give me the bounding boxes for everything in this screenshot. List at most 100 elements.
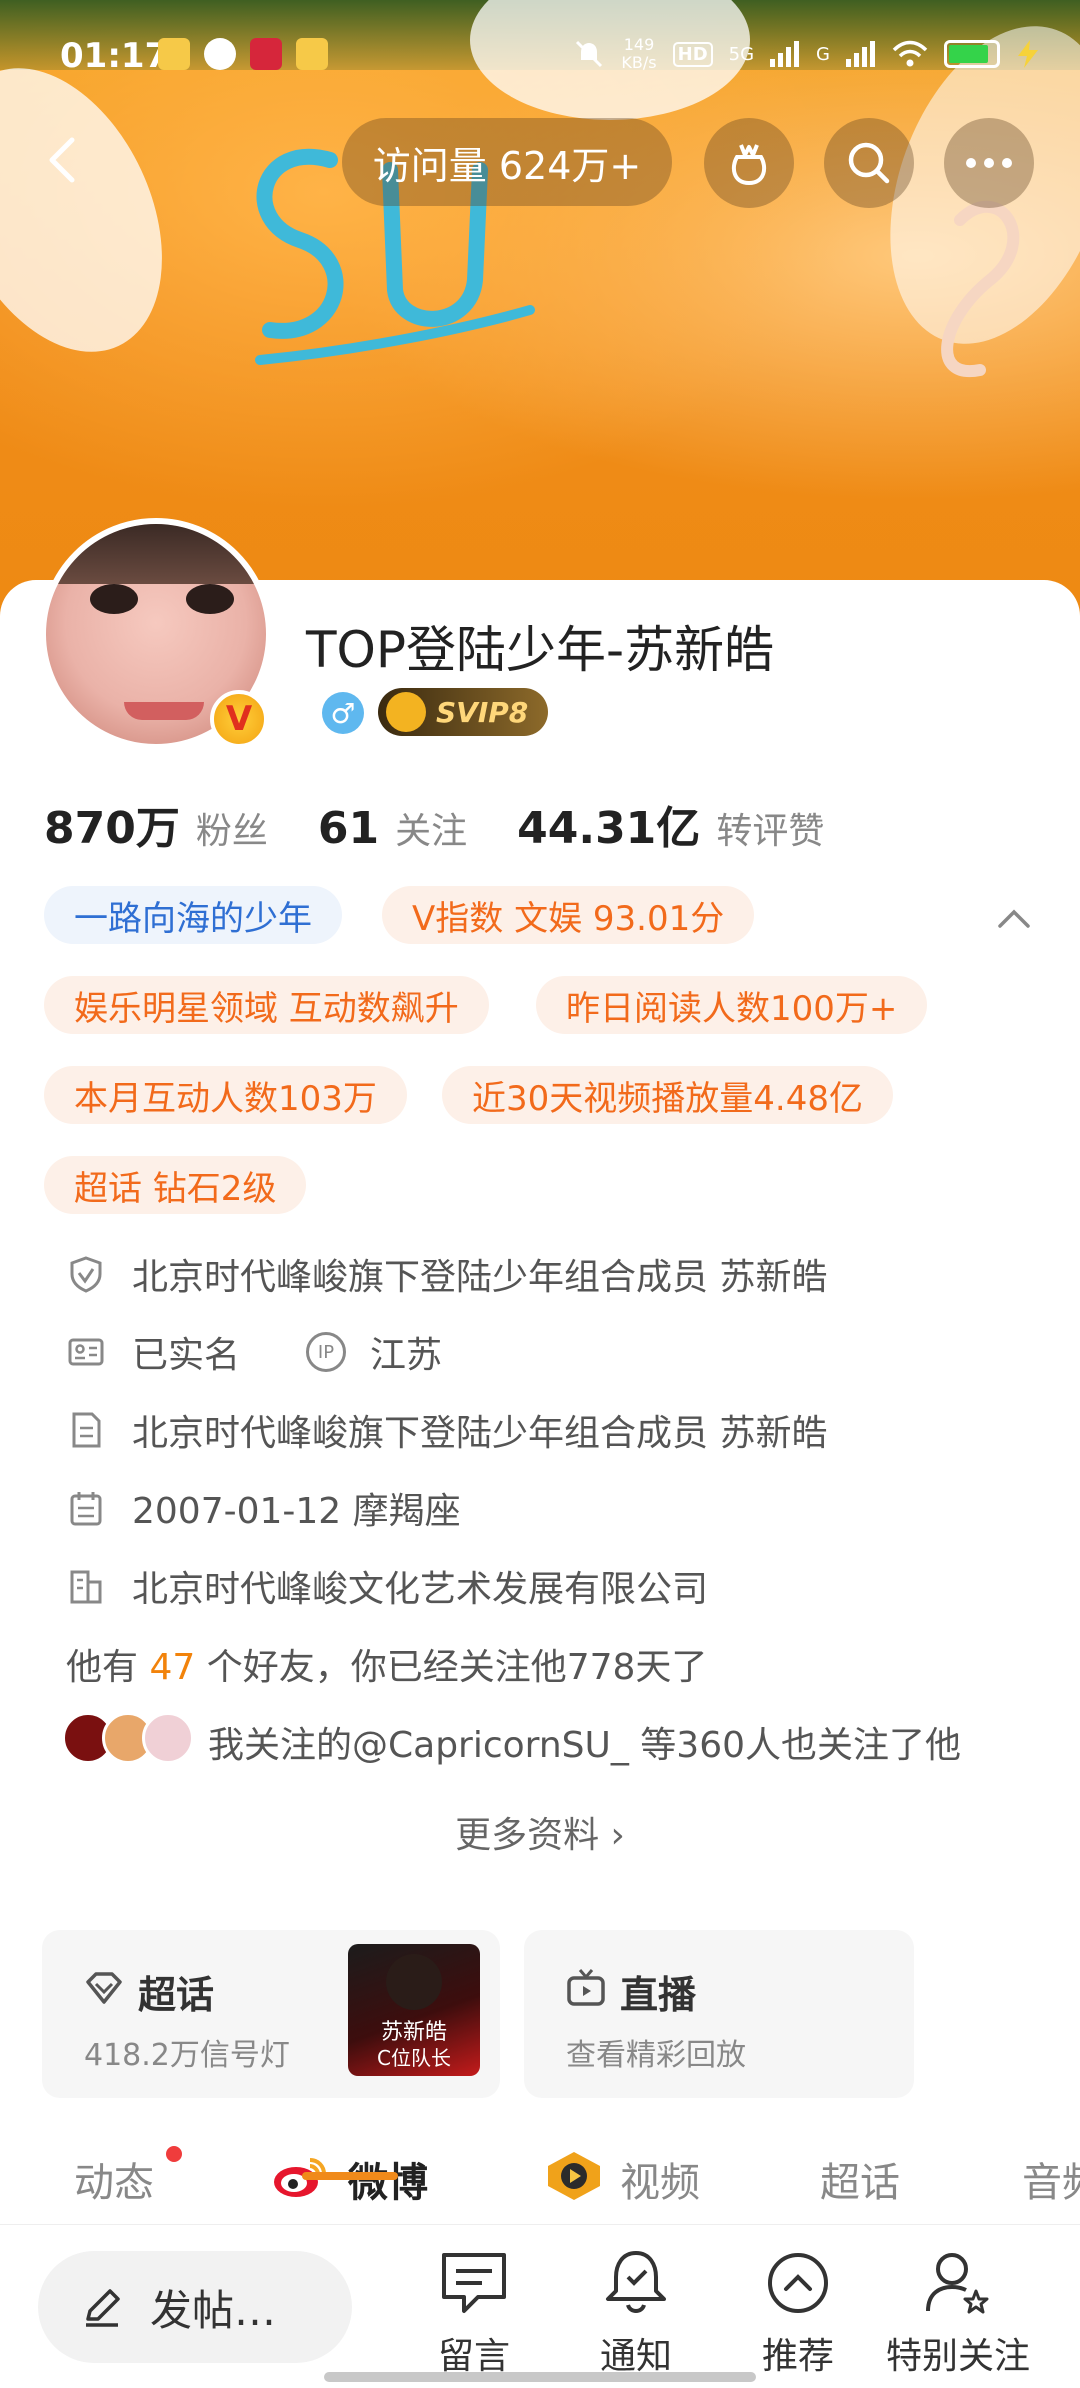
live-title: 直播	[620, 1973, 697, 2017]
more-info-link[interactable]: 更多资料 ›	[0, 1806, 1080, 1858]
live-card[interactable]: 直播 查看精彩回放	[524, 1930, 914, 2098]
message-icon	[442, 2253, 506, 2313]
crown-icon	[386, 692, 426, 732]
diamond-icon	[86, 1972, 122, 2004]
friends-suffix: 个好友，你已经关注他778天了	[195, 1647, 708, 1688]
company-text: 北京时代峰峻文化艺术发展有限公司	[132, 1569, 709, 1610]
post-label: 发帖…	[150, 2285, 277, 2335]
avatar-eye-right	[186, 584, 234, 614]
net-speed-unit: KB/s	[621, 53, 657, 72]
bio-text: 北京时代峰峻旗下登陆少年组合成员 苏新皓	[132, 1413, 828, 1454]
net-speed-value: 149	[623, 35, 655, 54]
svip-badge[interactable]: SVIP8	[378, 688, 549, 736]
gift-button[interactable]	[704, 118, 794, 208]
friends-row[interactable]: 他有 47 个好友，你已经关注他778天了	[66, 1638, 707, 1690]
weibo-notify-icon-2	[296, 38, 328, 70]
fans-count[interactable]: 870万	[44, 792, 180, 856]
avatar-hair	[46, 524, 266, 584]
tag-interaction-rise[interactable]: 娱乐明星领域 互动数飙升	[44, 976, 489, 1034]
stats-row: 870万 粉丝 61 关注 44.31亿 转评赞	[44, 792, 874, 856]
ip-location-text: 江苏	[370, 1335, 443, 1376]
signal-g: G	[816, 43, 830, 65]
reposts-count[interactable]: 44.31亿	[517, 792, 700, 856]
realname-text: 已实名	[132, 1335, 241, 1376]
reposts-label[interactable]: 转评赞	[716, 802, 824, 854]
search-icon	[848, 142, 890, 184]
special-follow-label: 特别关注	[885, 2336, 1030, 2377]
bell-check-icon	[606, 2251, 666, 2313]
message-button[interactable]: 留言	[404, 2247, 544, 2379]
visit-count-text: 访问量 624万+	[372, 143, 642, 188]
post-button[interactable]: 发帖…	[38, 2251, 352, 2363]
weibo-notify-icon	[158, 38, 190, 70]
notification-icons	[158, 38, 328, 70]
app-notify-icon	[250, 38, 282, 70]
tab-audio[interactable]: 音频	[1022, 2150, 1080, 2208]
tv-icon	[567, 1969, 605, 2006]
profile-name: TOP登陆少年-苏新皓	[306, 621, 775, 679]
supertopic-thumbnail: 苏新皓 C位队长	[348, 1944, 480, 2076]
chevron-up-icon[interactable]	[992, 896, 1036, 940]
thumb-figure	[386, 1954, 442, 2010]
fans-label[interactable]: 粉丝	[196, 802, 268, 854]
birthday-row: 2007-01-12 摩羯座	[66, 1482, 461, 1534]
notify-button[interactable]: 通知	[566, 2247, 706, 2379]
pencil-icon	[86, 2289, 120, 2327]
tag-video-plays[interactable]: 近30天视频播放量4.48亿	[442, 1066, 893, 1124]
battery-icon	[944, 40, 1000, 68]
id-card-icon	[68, 1338, 104, 1366]
birthday-text: 2007-01-12 摩羯座	[132, 1491, 461, 1532]
wechat-notify-icon	[204, 38, 236, 70]
tab-activity[interactable]: 动态	[74, 2150, 154, 2208]
verification-text: 北京时代峰峻旗下登陆少年组合成员 苏新皓	[132, 1257, 828, 1298]
net-speed: 149 KB/s	[621, 36, 656, 72]
mutual-follow-row[interactable]: 我关注的@CapricornSU_ 等360人也关注了他	[208, 1716, 961, 1768]
back-arrow-icon[interactable]	[34, 130, 94, 190]
realname-ip-row: 已实名 IP 江苏	[66, 1326, 442, 1378]
more-button[interactable]	[944, 118, 1034, 208]
chevron-up-circle-icon	[768, 2253, 828, 2313]
video-badge-icon	[548, 2152, 600, 2200]
gender-male-icon: ♂	[322, 692, 364, 734]
status-time: 01:17	[60, 36, 169, 76]
tag-daily-readers[interactable]: 昨日阅读人数100万+	[536, 976, 928, 1034]
friends-prefix: 他有	[66, 1647, 150, 1688]
supertopic-card[interactable]: 超话 418.2万信号灯 苏新皓 C位队长	[42, 1930, 500, 2098]
supertopic-sub: 418.2万信号灯	[84, 2038, 290, 2073]
document-icon	[72, 1412, 101, 1448]
active-tab-indicator	[302, 2172, 398, 2180]
tab-supertopic[interactable]: 超话	[820, 2150, 900, 2208]
supertopic-title: 超话	[138, 1973, 215, 2017]
tag-v-index[interactable]: V指数 文娱 93.01分	[382, 886, 755, 944]
following-count[interactable]: 61	[318, 803, 379, 854]
status-bar: 01:17 149 KB/s HD 5G G	[0, 0, 1080, 120]
search-button[interactable]	[824, 118, 914, 208]
recommend-button[interactable]: 推荐	[728, 2247, 868, 2379]
content-tabs: 动态 微博 视频 超话 音频	[0, 2140, 1080, 2220]
status-right: 149 KB/s HD 5G G	[573, 36, 1040, 72]
building-icon	[70, 1570, 102, 1604]
visit-count-pill[interactable]: 访问量 624万+	[342, 118, 672, 206]
bio-row: 北京时代峰峻旗下登陆少年组合成员 苏新皓	[66, 1404, 827, 1456]
live-sub: 查看精彩回放	[566, 2038, 746, 2073]
avatar-mouth	[124, 702, 204, 720]
tag-monthly-interaction[interactable]: 本月互动人数103万	[44, 1066, 407, 1124]
following-label[interactable]: 关注	[395, 802, 467, 854]
user-star-icon	[926, 2253, 989, 2314]
signal-5g: 5G	[728, 43, 755, 65]
calendar-icon	[70, 1492, 102, 1526]
wifi-icon	[892, 40, 928, 67]
more-dots-icon	[966, 158, 1012, 168]
gift-bag-icon	[731, 144, 767, 186]
tag-supertopic-level[interactable]: 超话 钻石2级	[44, 1156, 307, 1214]
home-indicator[interactable]	[324, 2372, 756, 2382]
tag-group-name[interactable]: 一路向海的少年	[44, 886, 342, 944]
company-row[interactable]: 北京时代峰峻文化艺术发展有限公司	[66, 1560, 708, 1612]
mute-icon	[576, 40, 603, 68]
friends-count: 47	[149, 1647, 196, 1688]
hd-icon: HD	[672, 41, 713, 67]
special-follow-button[interactable]: 特别关注	[876, 2247, 1040, 2379]
tab-video[interactable]: 视频	[620, 2150, 700, 2208]
mutual-follow-text: 我关注的@CapricornSU_ 等360人也关注了他	[208, 1725, 962, 1766]
mutual-avatars	[62, 1712, 194, 1764]
